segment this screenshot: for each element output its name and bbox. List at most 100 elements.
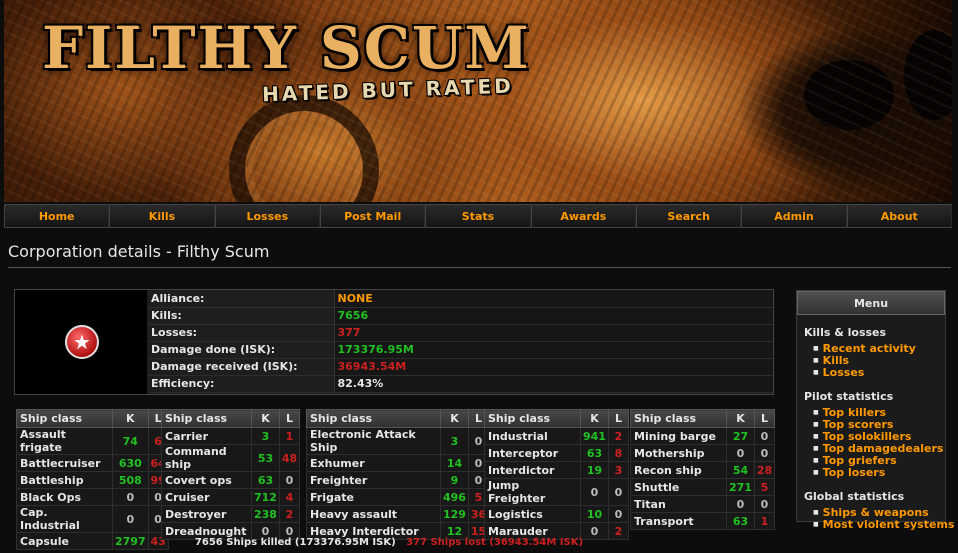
nav-search[interactable]: Search — [635, 204, 742, 228]
kills-count: 14 — [440, 454, 469, 472]
nav-home[interactable]: Home — [4, 204, 110, 228]
losses-count: 0 — [607, 478, 629, 506]
title-divider — [8, 267, 951, 268]
menu-link-most-violent-systems[interactable]: Most violent systems — [813, 519, 955, 531]
losses-count: 2 — [607, 427, 629, 445]
ship-row-electronic-attack-ship: Electronic Attack Ship 3 0 — [306, 427, 489, 455]
kills-count: 9 — [440, 471, 469, 489]
ship-class-table: Ship class K L Electronic Attack Ship 3 0 Exhu… — [306, 409, 489, 540]
kills-count: 3 — [251, 427, 280, 445]
ship-row-frigate: Frigate 496 5 — [306, 488, 489, 506]
info-value: 7656 — [334, 307, 773, 325]
kills-count: 271 — [726, 478, 755, 496]
losses-count: 1 — [753, 512, 775, 530]
losses-count: 0 — [607, 505, 629, 523]
red-star-emblem-icon: ★ — [65, 325, 99, 359]
info-label: Damage done (ISK): — [148, 341, 335, 359]
nav-losses[interactable]: Losses — [214, 204, 320, 228]
menu-list: Top killersTop scorersTop solokillersTop… — [797, 407, 945, 479]
kills-count: 63 — [251, 471, 280, 489]
losses-count: 4 — [278, 488, 300, 506]
nav-admin[interactable]: Admin — [741, 204, 847, 228]
column-header-l: L — [753, 409, 775, 428]
kills-count: 63 — [726, 512, 755, 530]
losses-count: 0 — [753, 444, 775, 462]
corp-logo: ★ — [15, 290, 147, 394]
ships-lost-summary: 377 Ships lost (36943.54M ISK) — [406, 537, 584, 548]
info-row-alliance: Alliance: NONE — [148, 290, 773, 308]
ship-row-command-ship: Command ship 53 48 — [161, 444, 300, 472]
ship-class-name: Heavy assault — [306, 505, 441, 523]
kills-count: 74 — [112, 427, 149, 455]
losses-count: 0 — [278, 471, 300, 489]
ship-row-industrial: Industrial 941 2 — [484, 427, 629, 445]
column-header-l: L — [278, 409, 300, 428]
ship-class-name: Shuttle — [630, 478, 727, 496]
ship-class-name: Frigate — [306, 488, 441, 506]
ship-class-table: Ship class K L Mining barge 27 0 Mothership 0 0 R… — [630, 409, 775, 530]
ship-class-name: Transport — [630, 512, 727, 530]
column-header-ship-class: Ship class — [630, 409, 727, 428]
ship-class-name: Industrial — [484, 427, 581, 445]
ship-class-name: Covert ops — [161, 471, 252, 489]
kills-count: 0 — [726, 444, 755, 462]
ship-class-name: Cap. Industrial — [16, 505, 113, 533]
ship-class-name: Assault frigate — [16, 427, 113, 455]
ship-row-exhumer: Exhumer 14 0 — [306, 454, 489, 472]
menu-link-top-losers[interactable]: Top losers — [813, 467, 945, 479]
menu-list: Ships & weaponsMost violent systems — [797, 507, 955, 531]
column-header-k: K — [726, 409, 755, 428]
kills-count: 0 — [112, 505, 149, 533]
kills-count: 0 — [726, 495, 755, 513]
ship-row-mining-barge: Mining barge 27 0 — [630, 427, 775, 445]
column-header-ship-class: Ship class — [306, 409, 441, 428]
column-header-k: K — [580, 409, 609, 428]
nav-post-mail[interactable]: Post Mail — [319, 204, 426, 228]
ship-row-destroyer: Destroyer 238 2 — [161, 505, 300, 523]
ship-row-black-ops: Black Ops 0 0 — [16, 488, 169, 506]
ship-class-name: Interdictor — [484, 461, 581, 479]
ship-row-covert-ops: Covert ops 63 0 — [161, 471, 300, 489]
kills-count: 0 — [580, 478, 609, 506]
nav-awards[interactable]: Awards — [530, 204, 636, 228]
ship-class-name: Battleship — [16, 471, 113, 489]
menu-link-losses[interactable]: Losses — [813, 367, 945, 379]
losses-count: 48 — [278, 444, 300, 472]
ship-row-battleship: Battleship 508 99 — [16, 471, 169, 489]
column-header-ship-class: Ship class — [161, 409, 252, 428]
losses-count: 2 — [278, 505, 300, 523]
ship-row-battlecruiser: Battlecruiser 630 64 — [16, 454, 169, 472]
nav-kills[interactable]: Kills — [109, 204, 215, 228]
nav-stats[interactable]: Stats — [425, 204, 531, 228]
ship-class-name: Destroyer — [161, 505, 252, 523]
ship-class-name: Command ship — [161, 444, 252, 472]
losses-count: 0 — [753, 495, 775, 513]
ship-class-name: Black Ops — [16, 488, 113, 506]
info-value: 173376.95M — [334, 341, 773, 359]
menu-section-global-statistics: Global statistics — [804, 490, 905, 503]
ship-row-transport: Transport 63 1 — [630, 512, 775, 530]
kills-count: 630 — [112, 454, 149, 472]
losses-count: 0 — [753, 427, 775, 445]
kills-count: 496 — [440, 488, 469, 506]
kills-count: 53 — [251, 444, 280, 472]
losses-count: 5 — [753, 478, 775, 496]
ship-row-mothership: Mothership 0 0 — [630, 444, 775, 462]
column-header-k: K — [251, 409, 280, 428]
info-row-kills: Kills: 7656 — [148, 307, 773, 325]
ship-class-table: Ship class K L Assault frigate 74 6 Battlecrui… — [16, 409, 169, 550]
ship-class-name: Electronic Attack Ship — [306, 427, 441, 455]
ship-class-table: Ship class K L Carrier 3 1 Command ship 53 48 Cov… — [161, 409, 300, 540]
ship-row-shuttle: Shuttle 271 5 — [630, 478, 775, 496]
kills-count: 508 — [112, 471, 149, 489]
losses-count: 8 — [607, 444, 629, 462]
kills-count: 63 — [580, 444, 609, 462]
nav-about[interactable]: About — [846, 204, 952, 228]
info-label: Damage received (ISK): — [148, 358, 335, 376]
ship-class-name: Logistics — [484, 505, 581, 523]
losses-count: 3 — [607, 461, 629, 479]
kills-count: 129 — [440, 505, 469, 523]
info-label: Efficiency: — [148, 375, 335, 393]
kills-count: 19 — [580, 461, 609, 479]
ship-row-cruiser: Cruiser 712 4 — [161, 488, 300, 506]
